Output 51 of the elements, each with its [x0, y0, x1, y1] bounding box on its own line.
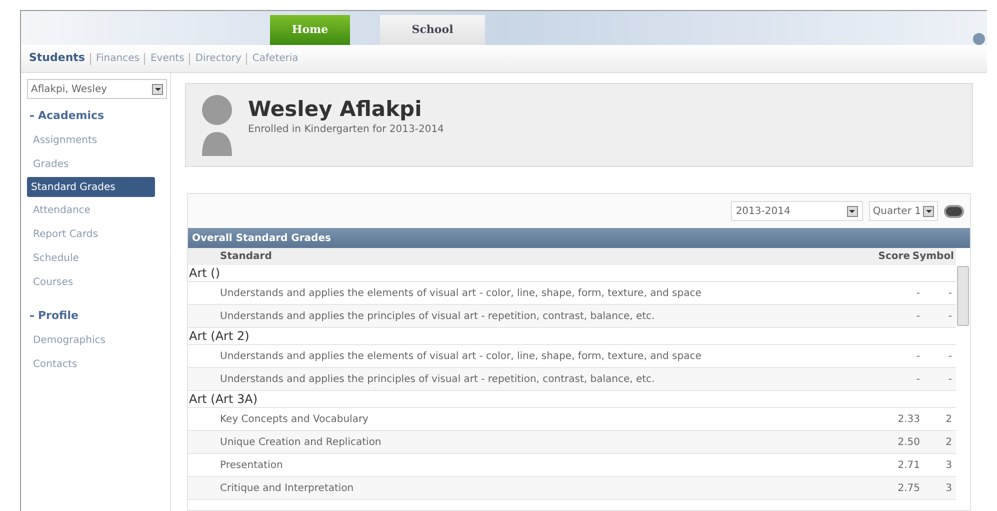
score-cell-text: 2.50 — [896, 436, 921, 450]
top-nav-tab[interactable]: Home — [270, 15, 350, 45]
student-name: Wesley Aflakpi — [248, 96, 423, 122]
score-cell-text: - — [915, 310, 921, 324]
symbol-cell-text: - — [947, 286, 953, 300]
subnav-link[interactable]: Students — [29, 50, 85, 67]
subnav-link[interactable]: Cafeteria — [246, 52, 298, 64]
column-header[interactable]: Symbol — [910, 249, 956, 264]
sidebar-section-title[interactable]: Profile — [38, 308, 78, 324]
subnav-link[interactable]: Finances — [90, 52, 140, 64]
year-dropdown[interactable]: 2013-2014 — [730, 201, 863, 221]
symbol-cell-text: - — [947, 372, 953, 386]
standard-cell-text: Critique and Interpretation — [219, 482, 355, 496]
sidebar-item[interactable]: Standard Grades — [27, 177, 155, 197]
subnav-link[interactable]: Directory — [189, 52, 242, 64]
quarter-dropdown[interactable]: Quarter 1 — [868, 201, 938, 221]
top-nav-tab[interactable]: School — [380, 15, 485, 45]
standard-cell-text: Understands and applies the elements of visual art - color, line, shape, form, texture, and space — [219, 286, 702, 300]
sidebar-section-title[interactable]: Academics — [38, 108, 104, 124]
sidebar-item[interactable]: Grades — [27, 153, 170, 175]
column-header[interactable]: Score — [864, 249, 910, 264]
standard-cell-text: Understands and applies the principles of visual art - repetition, contrast, balance, etc. — [219, 310, 656, 324]
score-cell-text: - — [915, 372, 921, 386]
symbol-cell-text: - — [947, 310, 953, 324]
sidebar-item[interactable]: Contacts — [27, 353, 170, 375]
column-header[interactable]: Standard — [188, 249, 864, 264]
subnav-link[interactable]: Events — [144, 52, 184, 64]
score-cell-text: - — [915, 286, 921, 300]
score-cell-text: 2.75 — [896, 482, 921, 496]
sidebar-item[interactable]: Attendance — [27, 199, 170, 221]
standard-cell-text: Understands and applies the elements of visual art - color, line, shape, form, texture, and space — [219, 350, 702, 364]
score-cell-text: 2.33 — [896, 412, 921, 426]
standard-cell-text: Unique Creation and Replication — [219, 436, 382, 450]
sidebar-item[interactable]: Report Cards — [27, 223, 170, 245]
symbol-cell-text: - — [947, 350, 953, 364]
grades-title-bar: Overall Standard Grades — [188, 228, 970, 248]
student-select[interactable]: Aflakpi, Wesley — [27, 79, 167, 99]
standard-cell-text: Key Concepts and Vocabulary — [219, 412, 370, 426]
standard-cell-text: Understands and applies the principles of visual art - repetition, contrast, balance, etc. — [219, 372, 656, 386]
sidebar-item[interactable]: Schedule — [27, 247, 170, 269]
symbol-cell-text: 2 — [944, 412, 953, 426]
score-cell-text: - — [915, 350, 921, 364]
sidebar-item[interactable]: Assignments — [27, 129, 170, 151]
sidebar-item[interactable]: Demographics — [27, 329, 170, 351]
sidebar-item[interactable]: Courses — [27, 271, 170, 293]
symbol-cell-text: 2 — [944, 436, 953, 450]
enrollment-text: Enrolled in Kindergarten for 2013-2014 — [248, 123, 444, 137]
standard-cell-text: Presentation — [219, 458, 284, 472]
symbol-cell-text: 3 — [944, 458, 953, 472]
score-cell-text: 2.71 — [896, 458, 921, 472]
symbol-cell-text: 3 — [944, 482, 953, 496]
